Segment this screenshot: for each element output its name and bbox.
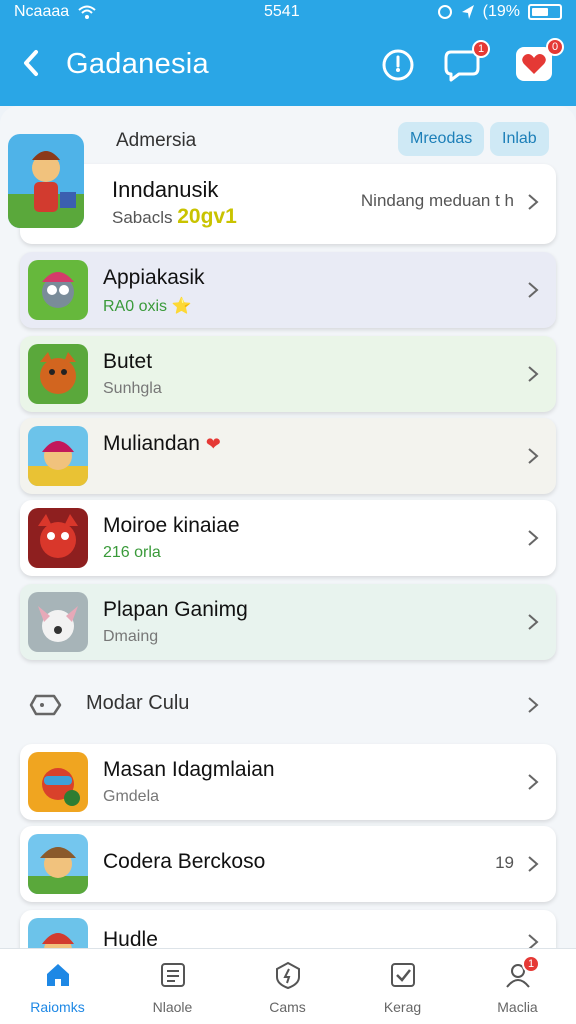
game-row[interactable]: Moiroe kinaiae 216 orla xyxy=(20,500,556,576)
featured-meta: Nindang meduan t h xyxy=(360,191,514,210)
game-avatar-icon xyxy=(8,134,84,228)
featured-sub-prefix: Sabacls xyxy=(112,208,173,227)
chevron-right-icon xyxy=(528,697,539,713)
notification-badge: 1 xyxy=(472,40,490,58)
location-icon xyxy=(461,5,474,19)
game-row[interactable]: Plapan Ganimg Dmaing xyxy=(20,584,556,660)
battery-percent: (19% xyxy=(482,3,520,20)
game-sub: 216 orla xyxy=(103,544,161,561)
tab-label: Cams xyxy=(269,999,306,1015)
game-name: Codera Berckoso xyxy=(103,850,266,873)
shield-icon xyxy=(276,961,300,989)
game-name-text: Muliandan xyxy=(103,432,200,455)
game-name: Muliandan ❤ xyxy=(103,432,221,456)
game-name: Plapan Ganimg xyxy=(103,598,248,621)
clock: 5541 xyxy=(264,3,300,20)
content-panel: Admersia Mreodas Inlab Inndanusik Sabacl… xyxy=(0,106,576,948)
chevron-right-icon xyxy=(528,282,539,298)
tab-label: Maclia xyxy=(497,999,538,1015)
game-sub: RA0 oxis ⭐ xyxy=(103,298,192,315)
game-row[interactable]: Butet Sunhgla xyxy=(20,336,556,412)
more-games-row[interactable]: Modar Culu xyxy=(20,680,556,730)
game-meta: 19 xyxy=(495,853,514,872)
game-row[interactable]: Masan Idagmlaian Gmdela xyxy=(20,744,556,820)
chip-inlab[interactable]: Inlab xyxy=(490,122,549,156)
game-avatar-icon xyxy=(28,918,88,948)
game-avatar-icon xyxy=(28,426,88,486)
carrier-label: Ncaaaa xyxy=(14,3,70,20)
chevron-right-icon xyxy=(528,614,539,630)
game-name: Hudle xyxy=(103,928,158,948)
chevron-right-icon xyxy=(528,194,539,210)
game-row[interactable]: Hudle xyxy=(20,910,556,948)
home-icon xyxy=(47,964,69,986)
game-name: Moiroe kinaiae xyxy=(103,514,240,537)
game-avatar-icon xyxy=(28,834,88,894)
chevron-left-icon xyxy=(24,50,38,76)
alarm-icon xyxy=(437,5,452,19)
tab-cams[interactable]: Cams xyxy=(230,949,345,1024)
game-avatar-icon xyxy=(28,344,88,404)
game-avatar-icon xyxy=(28,752,88,812)
game-sub: Dmaing xyxy=(103,628,159,645)
bottom-tab-bar: Raiomks Nlaole Cams Kerag 1 Maclia xyxy=(0,948,576,1024)
tab-badge: 1 xyxy=(522,955,540,973)
page-title: Gadanesia xyxy=(66,48,209,80)
timer-button[interactable] xyxy=(376,42,420,86)
chevron-right-icon xyxy=(528,774,539,790)
tab-label: Kerag xyxy=(383,999,422,1015)
game-row[interactable]: Codera Berckoso 19 xyxy=(20,826,556,902)
tab-news[interactable]: Nlaole xyxy=(115,949,230,1024)
featured-game-sub: Sabacls 20gv1 xyxy=(112,205,237,229)
game-avatar-icon xyxy=(28,592,88,652)
tab-label: Nlaole xyxy=(152,999,193,1015)
swap-icon xyxy=(29,694,62,716)
tab-label: Raiomks xyxy=(30,999,85,1015)
game-avatar-icon xyxy=(28,260,88,320)
favorites-button[interactable]: 0 xyxy=(512,38,564,86)
status-bar: Ncaaaa 5541 (19% xyxy=(0,0,576,26)
chevron-right-icon xyxy=(528,448,539,464)
game-row[interactable]: Appiakasik RA0 oxis ⭐ xyxy=(20,252,556,328)
timer-icon xyxy=(382,49,414,81)
app-bar: Gadanesia 1 0 xyxy=(0,26,576,106)
tab-kerag[interactable]: Kerag xyxy=(345,949,460,1024)
featured-sub-value: 20gv1 xyxy=(177,205,237,228)
game-name: Butet xyxy=(103,350,153,373)
back-button[interactable] xyxy=(14,46,48,80)
notifications-button[interactable]: 1 xyxy=(440,40,490,86)
chip-mreodas[interactable]: Mreodas xyxy=(398,122,485,156)
tab-maclia[interactable]: 1 Maclia xyxy=(460,949,575,1024)
game-sub: Sunhgla xyxy=(103,380,162,397)
featured-game-row[interactable]: Inndanusik Sabacls 20gv1 Nindang meduan … xyxy=(8,134,556,244)
wifi-icon xyxy=(78,5,96,19)
heart-icon: ❤ xyxy=(205,434,221,454)
game-row[interactable]: Muliandan ❤ xyxy=(20,418,556,494)
battery-icon xyxy=(528,4,562,20)
section-label: Admersia xyxy=(116,130,197,151)
featured-game-name: Inndanusik xyxy=(112,177,219,202)
chevron-right-icon xyxy=(528,366,539,382)
game-avatar-icon xyxy=(28,508,88,568)
game-name: Masan Idagmlaian xyxy=(103,758,275,781)
more-games-label: Modar Culu xyxy=(86,692,190,714)
tab-home[interactable]: Raiomks xyxy=(0,949,115,1024)
favorites-badge: 0 xyxy=(546,38,564,56)
game-sub: Gmdela xyxy=(103,788,160,805)
chevron-right-icon xyxy=(528,934,539,948)
chevron-right-icon xyxy=(528,856,539,872)
chevron-right-icon xyxy=(528,530,539,546)
check-box-icon xyxy=(391,963,415,987)
news-icon xyxy=(161,963,185,987)
game-name: Appiakasik xyxy=(103,266,205,289)
